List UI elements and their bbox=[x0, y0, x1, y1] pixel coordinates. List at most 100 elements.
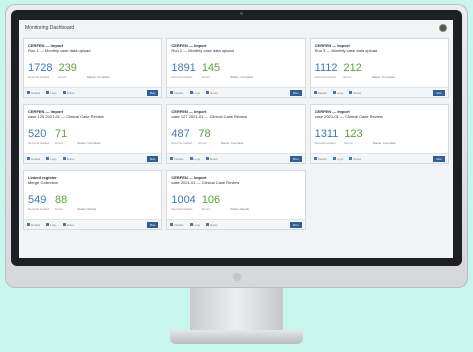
errors-count: 78 bbox=[198, 128, 211, 140]
card-meta: Status: Ready bbox=[77, 207, 97, 211]
card-meta: Status: Complete bbox=[77, 141, 101, 145]
dataset-card[interactable]: CERFEN — Import case 2021-01 — Clinical … bbox=[309, 104, 449, 164]
records-label: Records loaded bbox=[28, 141, 50, 145]
details-label: Details bbox=[317, 156, 327, 161]
details-icon bbox=[27, 91, 30, 94]
details-button[interactable]: Details bbox=[27, 223, 40, 227]
details-icon bbox=[313, 91, 317, 94]
rules-button[interactable]: Rules bbox=[62, 157, 74, 161]
details-label: Details bbox=[174, 156, 184, 161]
logs-label: Logs bbox=[193, 222, 201, 227]
records-label: Records loaded bbox=[171, 207, 193, 211]
records-count: 520 bbox=[28, 128, 47, 140]
rules-icon bbox=[62, 223, 66, 226]
rules-button[interactable]: Rules bbox=[349, 157, 361, 161]
errors-label: Errors bbox=[55, 207, 64, 211]
stat-records: 487 Records loaded bbox=[171, 129, 192, 146]
logs-icon bbox=[46, 91, 50, 94]
rules-button[interactable]: Rules bbox=[62, 91, 74, 95]
records-label: Records loaded bbox=[314, 75, 336, 79]
logs-button[interactable]: Logs bbox=[46, 157, 57, 161]
dataset-card[interactable]: CERFEN — Import Run 3 — Monthly case dat… bbox=[309, 38, 449, 98]
gear-icon[interactable] bbox=[439, 24, 447, 32]
dataset-card[interactable]: CERFEN — Import case 125 2021-01 — Clini… bbox=[23, 104, 163, 164]
rules-icon bbox=[349, 91, 353, 94]
card-title[interactable]: case 2021-01 — Clinical Case Review bbox=[171, 180, 300, 190]
errors-count: 145 bbox=[201, 62, 221, 74]
errors-label: Errors bbox=[58, 75, 67, 79]
run-button[interactable]: Run bbox=[290, 89, 302, 96]
stat-records: 1891 Records loaded bbox=[171, 62, 196, 80]
card-title[interactable]: case 125 2021-01 — Clinical Case Review bbox=[28, 114, 157, 124]
stat-errors: 88 Errors bbox=[55, 195, 67, 212]
details-button[interactable]: Details bbox=[313, 156, 327, 161]
logs-label: Logs bbox=[50, 222, 57, 227]
logs-icon bbox=[332, 91, 336, 94]
dataset-card[interactable]: CERFEN — Import case 2021-01 — Clinical … bbox=[166, 170, 306, 230]
card-footer: Details Logs Rules Run bbox=[167, 87, 305, 97]
dataset-card[interactable]: CERFEN — Import case 127 2021-01 — Clini… bbox=[166, 104, 306, 164]
logs-button[interactable]: Logs bbox=[46, 91, 57, 95]
details-label: Details bbox=[174, 90, 184, 95]
details-label: Details bbox=[31, 222, 41, 227]
logs-label: Logs bbox=[193, 90, 201, 95]
logs-button[interactable]: Logs bbox=[189, 157, 200, 161]
rules-button[interactable]: Rules bbox=[206, 157, 218, 161]
details-button[interactable]: Details bbox=[27, 91, 40, 95]
stat-records: 520 Records loaded bbox=[28, 128, 50, 146]
card-title[interactable]: Run 2 — Monthly case data upload bbox=[171, 48, 300, 58]
details-button[interactable]: Details bbox=[170, 90, 184, 95]
logs-button[interactable]: Logs bbox=[332, 156, 344, 161]
card-title[interactable]: Run 3 — Monthly case data upload bbox=[315, 48, 444, 58]
run-button[interactable]: Run bbox=[146, 221, 159, 228]
run-button[interactable]: Run bbox=[290, 155, 302, 162]
details-icon bbox=[313, 157, 317, 160]
rules-button[interactable]: Rules bbox=[206, 223, 218, 227]
logs-icon bbox=[46, 223, 50, 226]
logs-label: Logs bbox=[50, 156, 57, 161]
card-stats: 1891 Records loaded 145 Errors Status: C… bbox=[171, 62, 300, 80]
details-icon bbox=[170, 157, 174, 160]
dashboard-screen: Monitoring Dashboard CERFEN — Import Run… bbox=[19, 20, 453, 258]
rules-button[interactable]: Rules bbox=[62, 222, 75, 227]
details-button[interactable]: Details bbox=[170, 223, 184, 227]
records-count: 1891 bbox=[171, 62, 196, 74]
dataset-card[interactable]: CERFEN — Import Run 2 — Monthly case dat… bbox=[166, 38, 306, 98]
brand-logo bbox=[232, 273, 241, 281]
run-button[interactable]: Run bbox=[146, 89, 159, 96]
run-button[interactable]: Run bbox=[146, 155, 159, 162]
card-title[interactable]: Merge Collection bbox=[28, 180, 157, 190]
records-count: 1112 bbox=[314, 62, 338, 74]
rules-icon bbox=[206, 157, 210, 160]
card-title[interactable]: case 127 2021-01 — Clinical Case Review bbox=[171, 114, 300, 124]
details-label: Details bbox=[317, 90, 327, 95]
run-button[interactable]: Run bbox=[433, 89, 445, 96]
logs-button[interactable]: Logs bbox=[189, 90, 201, 95]
details-label: Details bbox=[31, 156, 41, 161]
errors-count: 239 bbox=[58, 62, 77, 74]
rules-label: Rules bbox=[66, 222, 75, 227]
details-button[interactable]: Details bbox=[27, 157, 40, 161]
run-button[interactable]: Run bbox=[290, 221, 302, 228]
stat-records: 1112 Records loaded bbox=[314, 62, 338, 80]
logs-icon bbox=[46, 157, 50, 160]
logs-label: Logs bbox=[336, 156, 344, 161]
stat-errors: 239 Errors bbox=[58, 62, 77, 80]
details-button[interactable]: Details bbox=[170, 156, 184, 161]
logs-button[interactable]: Logs bbox=[189, 222, 201, 227]
dataset-card[interactable]: Linked register Merge Collection 549 Rec… bbox=[23, 170, 163, 230]
card-title[interactable]: Run 1 — Monthly case data upload bbox=[28, 48, 157, 58]
rules-button[interactable]: Rules bbox=[349, 91, 361, 95]
records-count: 1311 bbox=[314, 128, 339, 140]
run-button[interactable]: Run bbox=[433, 155, 445, 162]
card-title[interactable]: case 2021-01 — Clinical Case Review bbox=[315, 114, 444, 124]
card-footer: Details Logs Rules Run bbox=[310, 87, 448, 97]
logs-button[interactable]: Logs bbox=[332, 91, 343, 95]
rules-button[interactable]: Rules bbox=[206, 91, 218, 95]
logs-button[interactable]: Logs bbox=[46, 223, 57, 227]
details-icon bbox=[170, 91, 174, 94]
errors-count: 212 bbox=[343, 62, 362, 74]
dataset-card[interactable]: CERFEN — Import Run 1 — Monthly case dat… bbox=[23, 38, 163, 98]
details-button[interactable]: Details bbox=[313, 90, 327, 95]
details-icon bbox=[27, 223, 30, 226]
